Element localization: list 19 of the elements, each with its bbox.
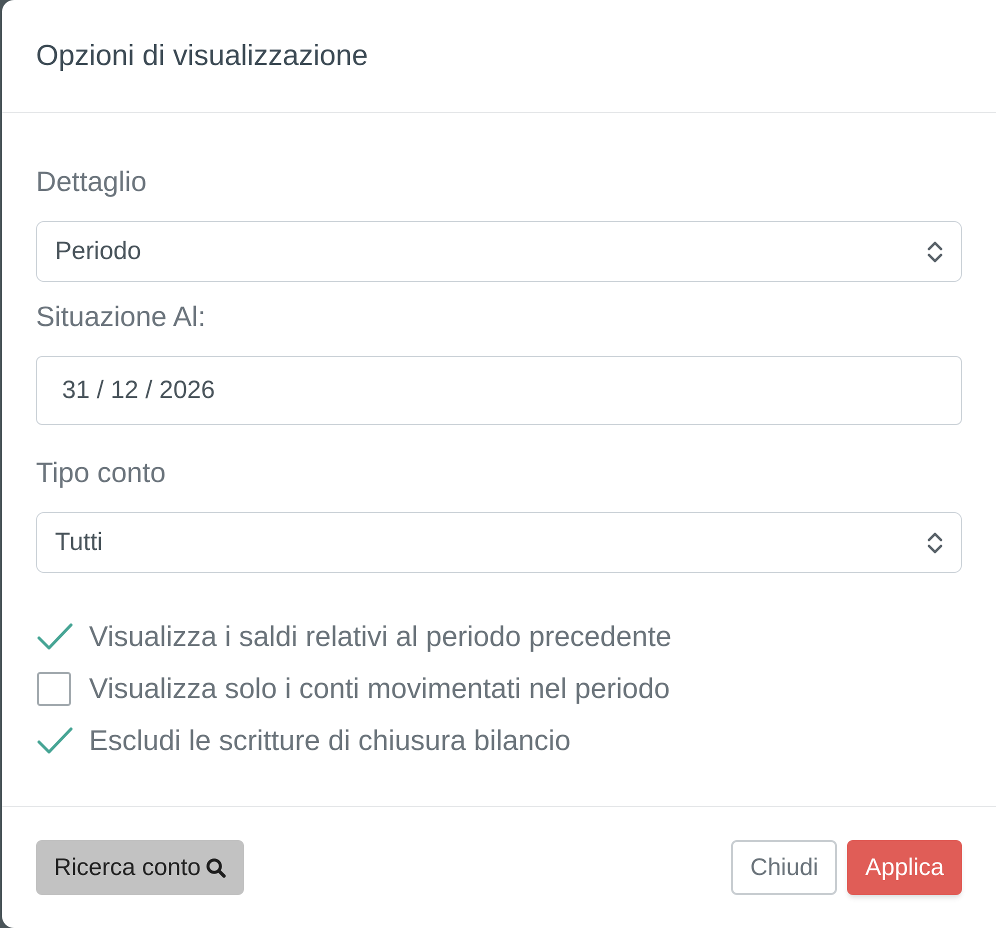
chevron-up-down-icon (927, 240, 943, 262)
checkbox-label: Visualizza solo i conti movimentati nel periodo (89, 672, 670, 707)
chevron-up-down-icon (927, 532, 943, 554)
search-button[interactable]: Ricerca conto (36, 840, 244, 895)
field-label: Dettaglio (36, 165, 147, 199)
field-label: Tipo conto (36, 456, 166, 490)
checkbox-label: Escludi le scritture di chiusura bilancio (89, 724, 571, 759)
close-button[interactable]: Chiudi (731, 840, 838, 895)
checkmark-icon[interactable] (37, 623, 73, 651)
checkbox[interactable] (37, 672, 71, 706)
select-field[interactable]: Tutti (36, 512, 962, 573)
dialog-title: Opzioni di visualizzazione (36, 39, 368, 74)
checkbox-label: Visualizza i saldi relativi al periodo precedente (89, 620, 672, 655)
checkmark-icon[interactable] (37, 727, 73, 755)
select-field[interactable]: Periodo (36, 221, 962, 282)
date-field[interactable]: 31 / 12 / 2026 (36, 356, 962, 425)
field-label: Situazione Al: (36, 300, 206, 334)
apply-button[interactable]: Applica (847, 840, 962, 895)
search-icon (206, 858, 226, 878)
